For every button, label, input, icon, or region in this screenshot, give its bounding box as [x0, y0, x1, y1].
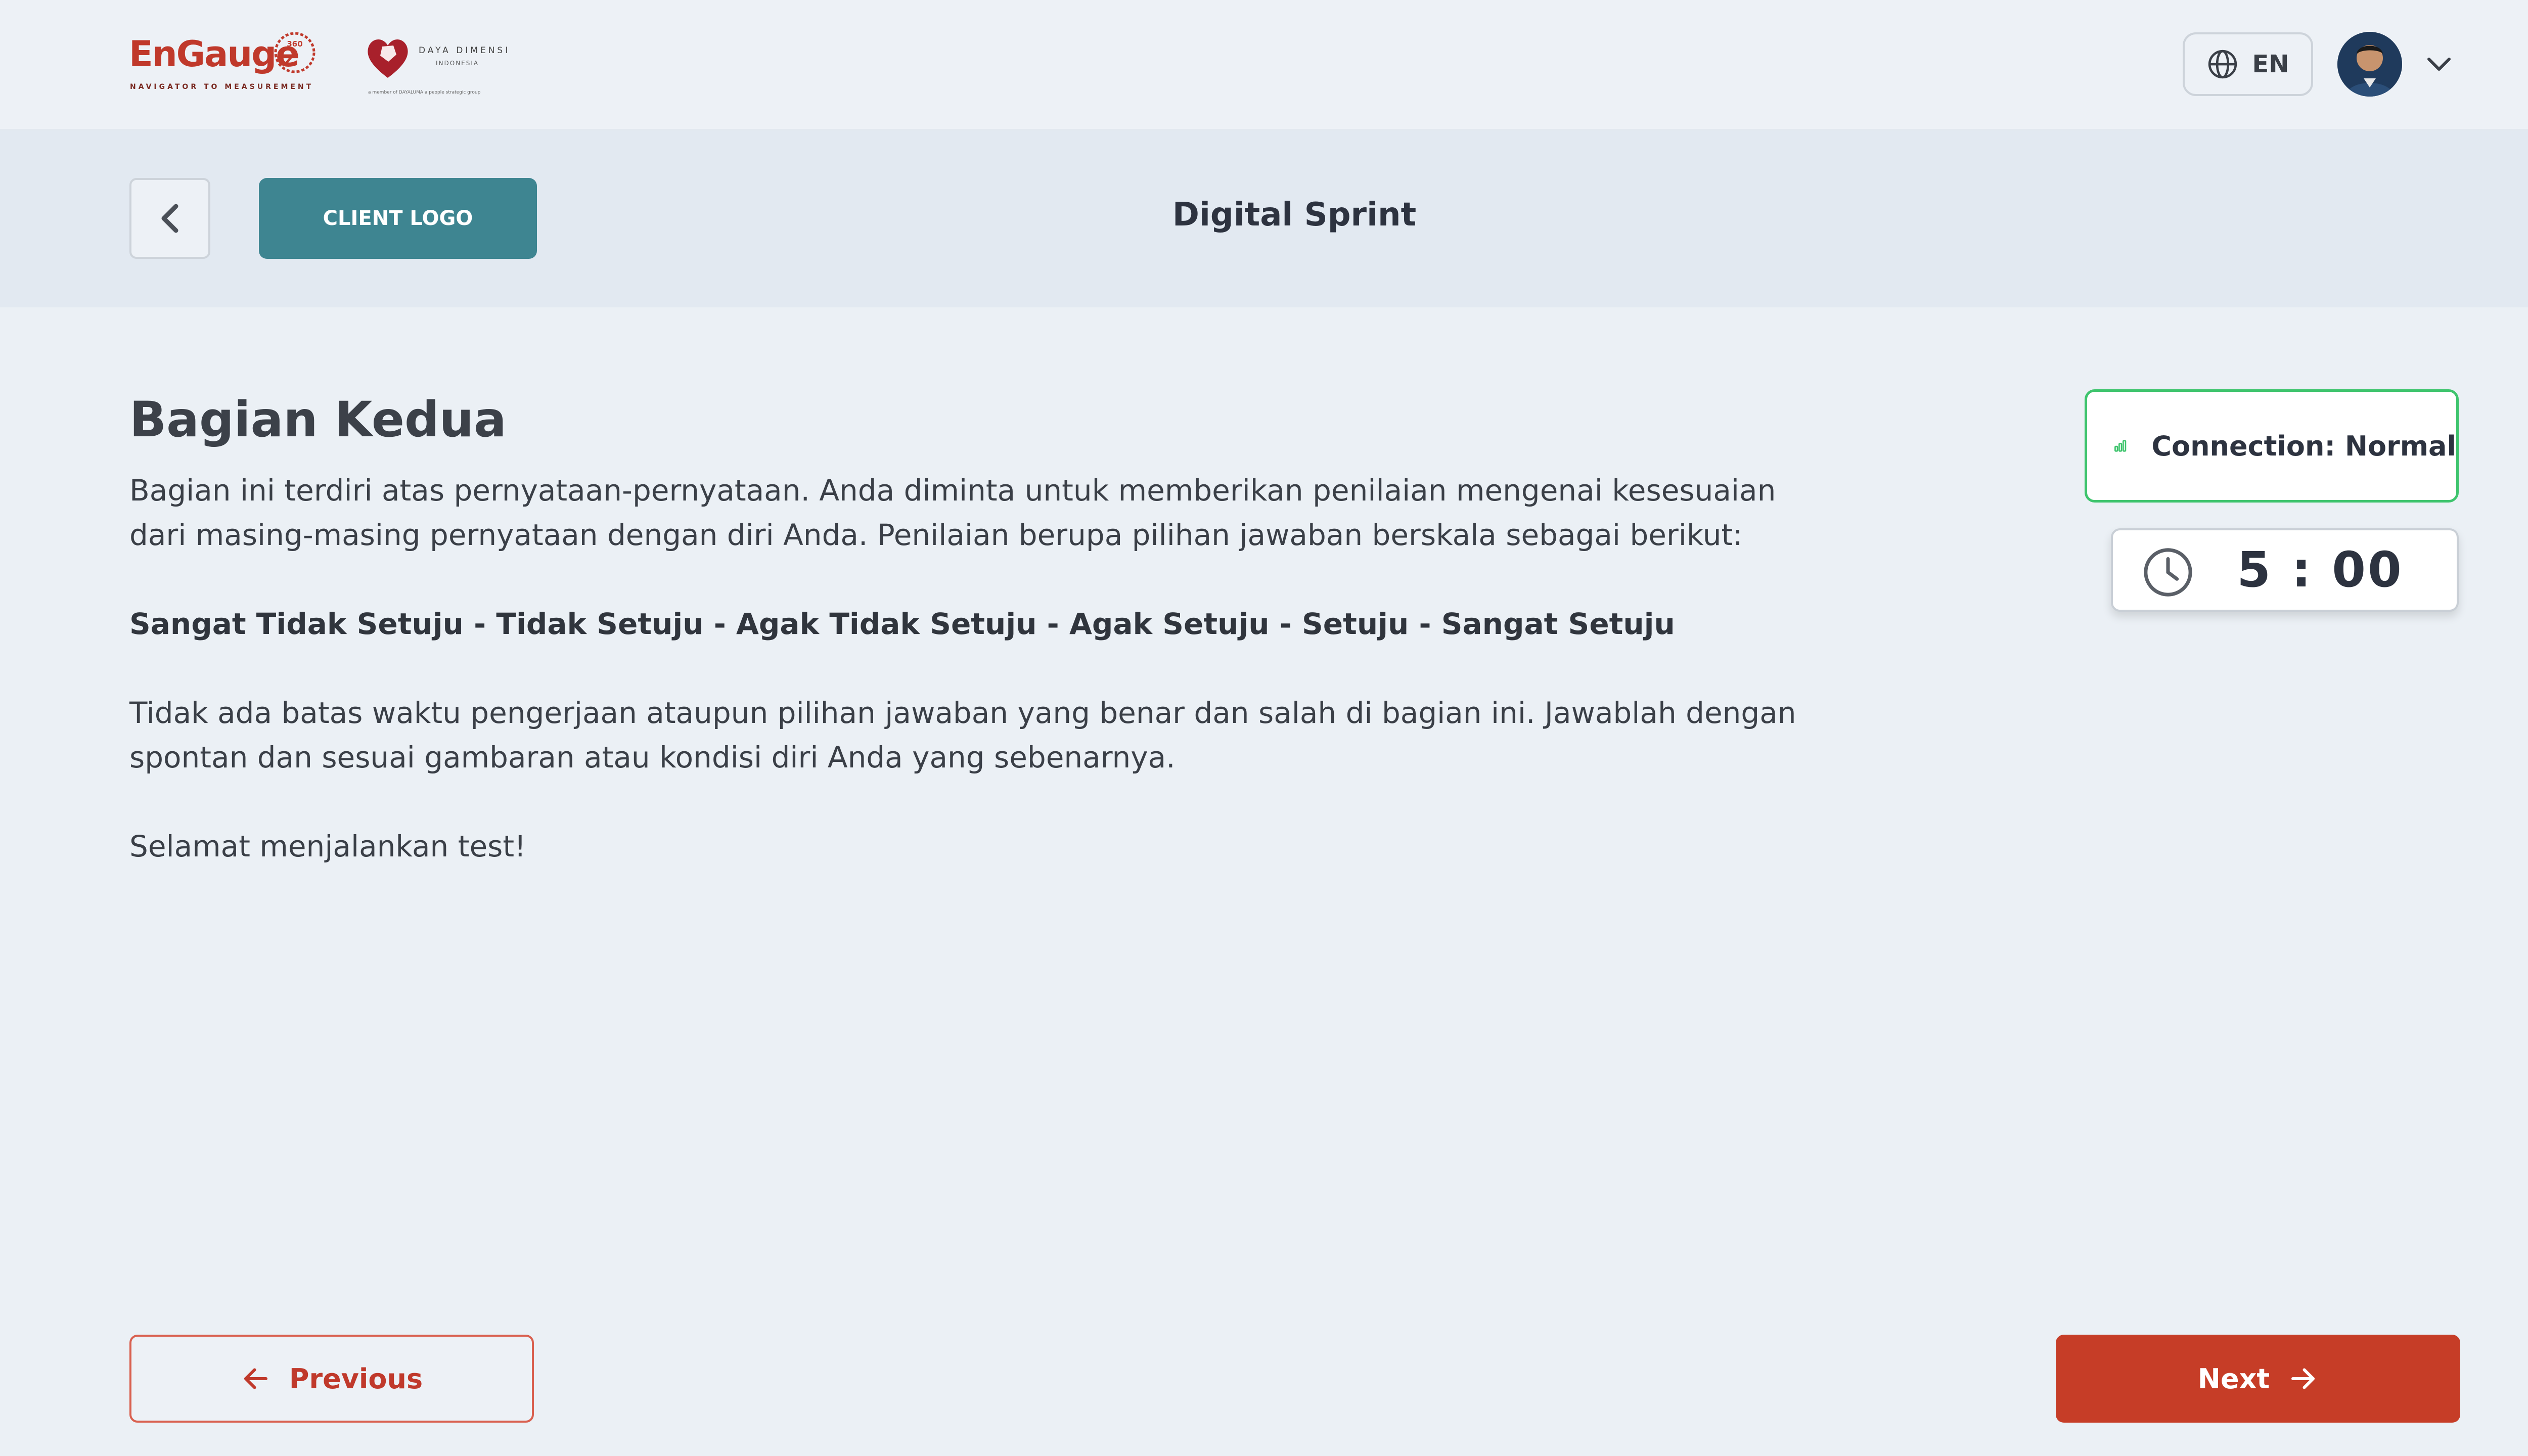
arrow-right-icon	[2291, 1368, 2315, 1389]
answer-scale: Sangat Tidak Setuju - Tidak Setuju - Aga…	[129, 607, 1675, 641]
arrow-left-icon	[244, 1368, 267, 1389]
back-button[interactable]	[129, 178, 210, 259]
gauge-icon: 360	[274, 32, 315, 73]
daya-dimensi-logo: DAYA DIMENSI INDONESIA a member of DAYAL…	[364, 34, 511, 100]
language-label: EN	[2252, 50, 2289, 78]
previous-button[interactable]: Previous	[129, 1335, 534, 1423]
engauge-logo[interactable]: EnGauge 360 NAVIGATOR TO MEASUREMENT	[129, 29, 321, 98]
section-title: Bagian Kedua	[129, 391, 507, 448]
connection-status: Connection: Normal	[2085, 389, 2459, 503]
engauge-tagline: NAVIGATOR TO MEASUREMENT	[130, 83, 314, 91]
language-selector[interactable]: EN	[2183, 32, 2313, 96]
previous-label: Previous	[289, 1362, 423, 1395]
partner-member-text: a member of DAYALUMA a people strategic …	[368, 90, 481, 95]
client-logo: CLIENT LOGO	[259, 178, 537, 259]
page-title: Digital Sprint	[1172, 196, 1417, 234]
timer-value: 5 : 00	[2237, 541, 2404, 598]
gauge-label: 360	[287, 39, 302, 49]
countdown-timer: 5 : 00	[2111, 528, 2459, 612]
chevron-left-icon	[161, 204, 178, 233]
next-button[interactable]: Next	[2056, 1335, 2460, 1423]
connection-label: Connection: Normal	[2151, 430, 2456, 462]
client-logo-label: CLIENT LOGO	[323, 207, 473, 230]
note-paragraph: Tidak ada batas waktu pengerjaan ataupun…	[129, 696, 1796, 775]
chevron-down-icon[interactable]	[2425, 54, 2453, 74]
instructions-panel: Bagian Kedua Bagian ini terdiri atas per…	[129, 389, 1848, 869]
closing-text: Selamat menjalankan test!	[129, 829, 526, 863]
globe-icon	[2208, 50, 2237, 79]
clock-icon	[2144, 548, 2192, 597]
top-header: EnGauge 360 NAVIGATOR TO MEASUREMENT DAY…	[0, 0, 2528, 130]
partner-subtitle: INDONESIA	[436, 60, 479, 67]
partner-name: DAYA DIMENSI	[419, 46, 511, 56]
next-label: Next	[2197, 1362, 2270, 1395]
avatar-image	[2337, 32, 2402, 97]
intro-paragraph: Bagian ini terdiri atas pernyataan-perny…	[129, 473, 1776, 552]
sub-header: CLIENT LOGO Digital Sprint	[0, 130, 2528, 307]
user-avatar[interactable]	[2337, 32, 2402, 97]
signal-bars-icon	[2114, 440, 2127, 452]
heart-logo-icon	[368, 39, 408, 78]
